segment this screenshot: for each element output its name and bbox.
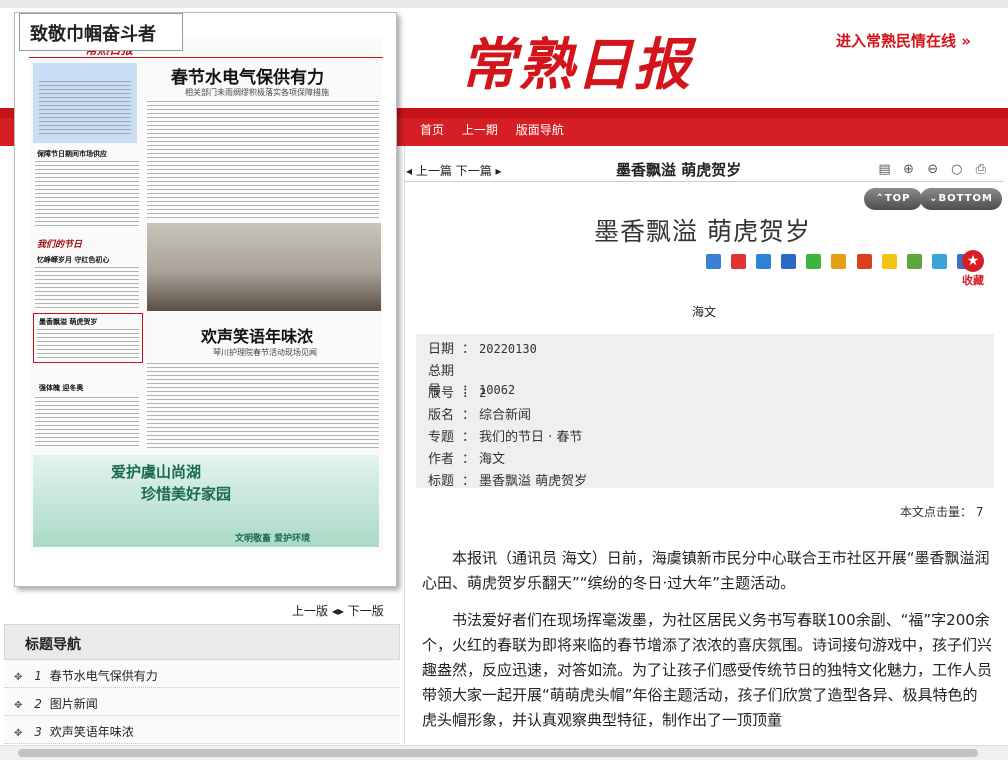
meta-row-title: 标题：墨香飘溢 萌虎贺岁 <box>428 474 588 489</box>
prev-page-link[interactable]: 上一版 <box>292 604 328 618</box>
nav-page-navigation[interactable]: 版面导航 <box>516 123 564 137</box>
promo-link[interactable]: 进入常熟民情在线 » <box>836 30 971 51</box>
nav-prev-issue[interactable]: 上一期 <box>462 123 498 137</box>
article-author: 海文 <box>692 305 717 319</box>
meta-row-date: 日期： 20220130 <box>428 342 537 357</box>
toc-item[interactable]: ✥ 1 春节水电气保供有力 <box>4 660 400 688</box>
paper-headline-2[interactable]: 欢声笑语年味浓 <box>201 323 313 347</box>
paper-photo[interactable] <box>147 223 381 311</box>
document-icon[interactable]: ▤ <box>876 161 893 178</box>
article-meta-panel: 日期： 20220130 总期号： 10062 版号： 2 版名：综合新闻 专题：我们… <box>416 334 994 489</box>
left-column: 致敬巾帼奋斗者 常熟日报 春节水电气保供有力 相关部门未雨绸缪积极落实各项保障措… <box>0 0 404 760</box>
right-triangle-icon: ▸ <box>495 164 502 178</box>
paper-left-head-3[interactable]: 忆峥嵘岁月 守红色初心 <box>37 255 109 265</box>
article-paragraph: 书法爱好者们在现场挥毫泼墨，为社区居民义务书写春联100余副、“福”字200余个… <box>422 611 993 729</box>
collect-label: 收藏 <box>962 274 984 287</box>
bottom-button[interactable]: ⌄BOTTOM <box>920 188 1002 210</box>
hit-counter: 本文点击量： 7 <box>900 505 984 519</box>
share-plus-icon[interactable] <box>706 254 721 269</box>
share-dou-icon[interactable] <box>906 254 922 269</box>
paper-ad-line-2: 珍惜美好家园 <box>141 485 232 503</box>
top-button[interactable]: ⌃TOP <box>864 188 922 210</box>
print-icon[interactable]: ⎙ <box>972 161 989 178</box>
share-tieba-icon[interactable] <box>831 254 847 269</box>
collect-button[interactable]: ★ 收藏 <box>962 250 984 288</box>
star-icon: ★ <box>962 250 984 272</box>
newspaper-page-image[interactable]: 常熟日报 春节水电气保供有力 相关部门未雨绸缪积极落实各项保障措施 保障节日期间… <box>29 37 383 552</box>
toc-item[interactable]: ✥ 2 图片新闻 <box>4 688 400 716</box>
double-chevron-icon: » <box>961 32 971 50</box>
site-logo[interactable]: 常熟日报 <box>460 20 692 101</box>
share-bookmark-icon[interactable] <box>931 254 947 269</box>
title-navigation: 标题导航 ✥ 1 春节水电气保供有力 ✥ 2 图片新闻 ✥ 3 欢声笑语年味浓 <box>4 624 400 760</box>
meta-row-author: 作者：海文 <box>428 452 506 467</box>
promo-label[interactable]: 进入常熟民情在线 <box>836 32 956 50</box>
meta-row-section: 版名：综合新闻 <box>428 408 532 423</box>
paper-subhead-2: 琴川护理院春节活动现场见闻 <box>213 348 317 357</box>
article-body: 本报讯（通讯员 海文）日前，海虞镇新市民分中心联合王市社区开展“墨香飘溢润心田、… <box>422 546 992 745</box>
page-label: 致敬巾帼奋斗者 <box>19 13 183 51</box>
paper-headline-1[interactable]: 春节水电气保供有力 <box>171 63 324 88</box>
chevron-up-icon: ⌃ <box>875 193 885 204</box>
next-page-link[interactable]: 下一版 <box>348 604 384 618</box>
diamond-bullet-icon: ✥ <box>14 728 23 739</box>
share-douban-icon[interactable] <box>856 254 872 269</box>
main-nav: 首页 上一期 版面导航 <box>420 121 578 138</box>
paper-subhead-1: 相关部门未雨绸缪积极落实各项保障措施 <box>185 88 329 97</box>
left-triangle-icon: ◂ <box>406 164 413 178</box>
zoom-reset-icon[interactable]: ○ <box>948 161 965 178</box>
share-renren-icon[interactable] <box>781 254 797 269</box>
zoom-out-icon[interactable]: ⊖ <box>924 161 941 178</box>
share-star-icon[interactable] <box>881 254 897 269</box>
meta-row-issue: 总期号： 10062 <box>428 364 516 398</box>
paper-ad-line-3: 文明敬畜 爱护环境 <box>235 534 311 544</box>
article-paragraph: 本报讯（通讯员 海文）日前，海虞镇新市民分中心联合王市社区开展“墨香飘溢润心田、… <box>422 549 990 592</box>
toolbar-article-title: 墨香飘溢 萌虎贺岁 <box>616 161 742 179</box>
article-title: 墨香飘溢 萌虎贺岁 <box>594 217 811 246</box>
zoom-in-icon[interactable]: ⊕ <box>900 161 917 178</box>
paper-left-head-5[interactable]: 强体魄 迎冬奥 <box>39 383 83 393</box>
meta-row-topic: 专题：我们的节日 · 春节 <box>428 430 583 445</box>
horizontal-scrollbar[interactable] <box>0 745 1008 760</box>
prev-article-link[interactable]: 上一篇 <box>416 164 452 178</box>
scrollbar-thumb[interactable] <box>18 749 978 757</box>
newspaper-page-frame[interactable]: 致敬巾帼奋斗者 常熟日报 春节水电气保供有力 相关部门未雨绸缪积极落实各项保障措… <box>14 12 397 587</box>
article-column: ◂ 上一篇 下一篇 ▸ 墨香飘溢 萌虎贺岁 ▤ ⊕ ⊖ ○ ⎙ ⌃TOP ⌄BO… <box>404 146 1008 760</box>
paper-left-head-4: 墨香飘溢 萌虎贺岁 <box>39 317 98 326</box>
share-weibo-icon[interactable] <box>731 254 747 269</box>
paper-ad-line-1: 爱护虞山尚湖 <box>111 463 202 481</box>
nav-home[interactable]: 首页 <box>420 123 444 137</box>
toc-item[interactable]: ✥ 3 欢声笑语年味浓 <box>4 716 400 744</box>
title-navigation-heading: 标题导航 <box>4 624 400 660</box>
share-qzone-icon[interactable] <box>756 254 772 269</box>
diamond-bullet-icon: ✥ <box>14 700 23 711</box>
share-bar <box>706 254 977 273</box>
next-article-link[interactable]: 下一篇 <box>456 164 492 178</box>
paper-left-head-2: 我们的节日 <box>37 240 83 250</box>
share-wechat-icon[interactable] <box>806 254 822 269</box>
article-toolbar: ◂ 上一篇 下一篇 ▸ 墨香飘溢 萌虎贺岁 ▤ ⊕ ⊖ ○ ⎙ <box>404 154 1004 182</box>
diamond-bullet-icon: ✥ <box>14 672 23 683</box>
left-right-arrows-icon: ◂▸ <box>331 604 348 618</box>
paper-left-head-1[interactable]: 保障节日期间市场供应 <box>37 149 107 159</box>
page-pager: 上一版 ◂▸ 下一版 <box>292 602 384 619</box>
